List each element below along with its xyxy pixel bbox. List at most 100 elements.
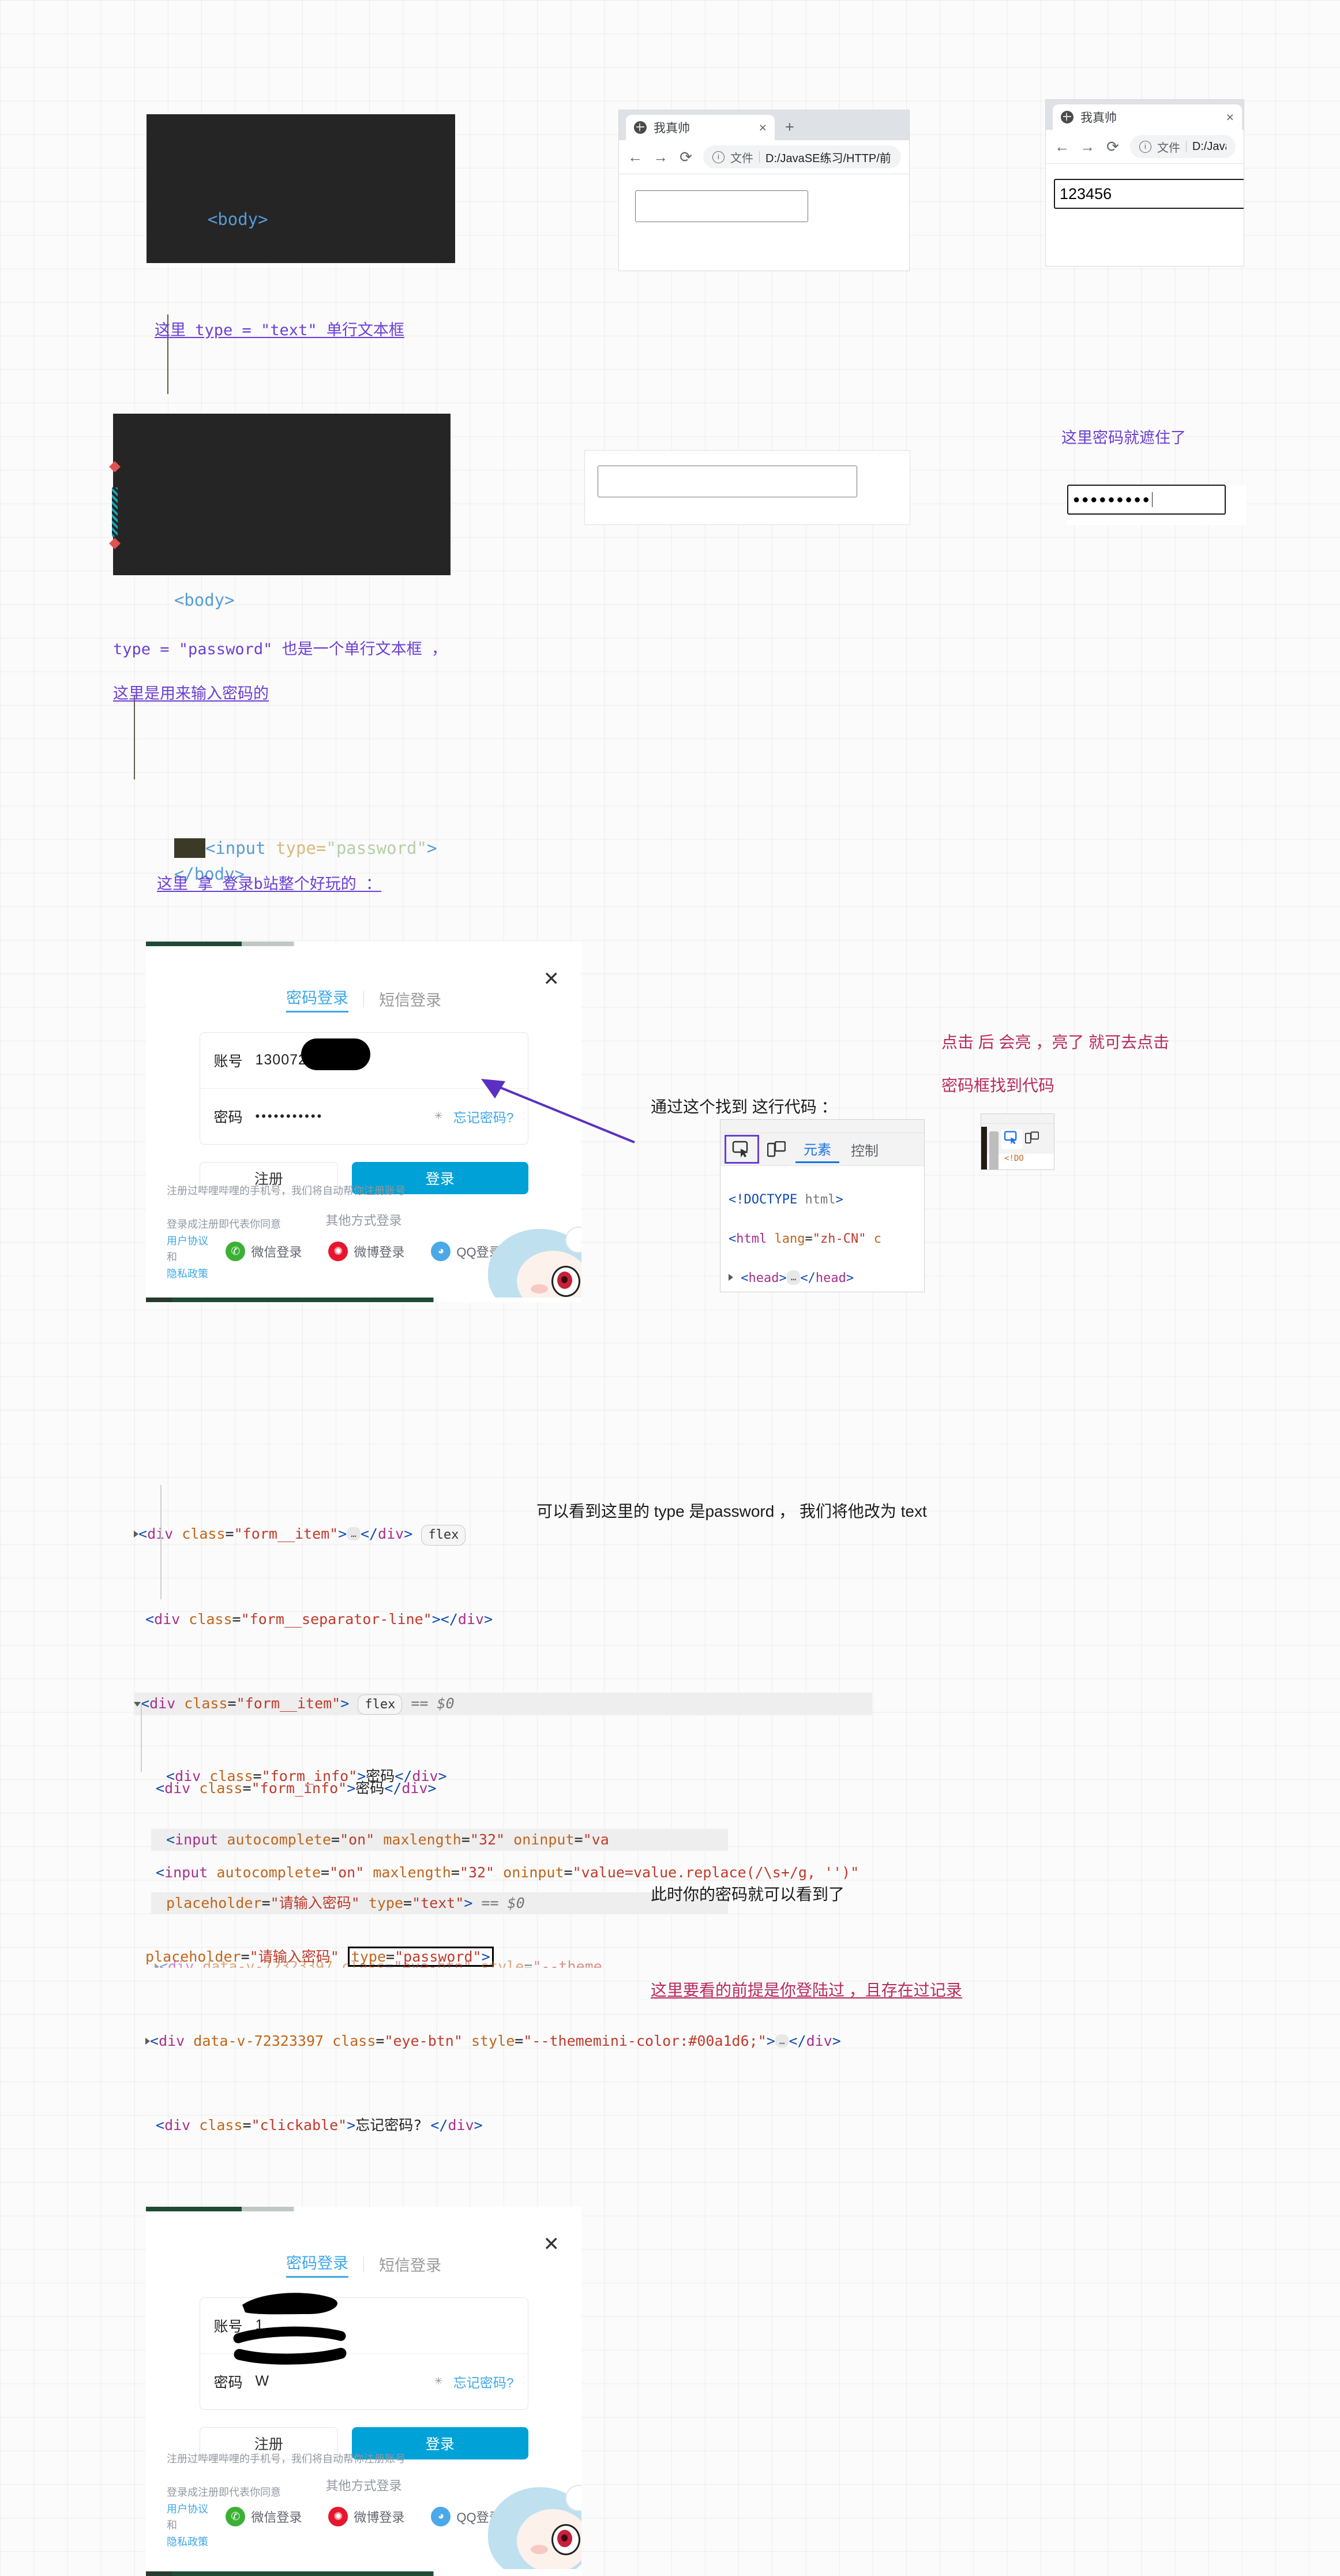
dom-line[interactable]: <!DOCTYPE html> <box>729 1190 924 1210</box>
info-icon[interactable]: i <box>712 151 725 163</box>
breakpoint-marker-bottom <box>109 538 121 549</box>
dom-row-separator[interactable]: <div class="form__separator-line"></div> <box>134 1608 872 1630</box>
address-bar[interactable]: i 文件 D:/Java <box>1130 135 1236 158</box>
info-icon[interactable]: i <box>1139 140 1151 153</box>
scrollbar-thumb[interactable] <box>989 1131 999 1169</box>
indent-guide <box>134 695 135 779</box>
url-scheme-label: 文件 <box>1157 141 1180 155</box>
tab-password-login[interactable]: 密码登录 <box>286 985 348 1013</box>
dialog-bottom-banner <box>146 1298 581 1302</box>
footer-line-2: 登录成注册即代表你同意 <box>167 2486 281 2498</box>
user-agreement-link[interactable]: 用户协议 <box>167 2503 208 2515</box>
annotation-find-code: 通过这个找到 这行代码 ： <box>651 1098 838 1116</box>
login-dialog-bottom: ✕ 密码登录 短信登录 账号 1 密码 W ✳ 忘记密码? 注册 登录 其他方式… <box>146 2207 581 2576</box>
inspect-element-icon[interactable] <box>1001 1128 1023 1149</box>
footer-line-1: 注册过哔哩哔哩的手机号，我们将自动帮你注册账号 <box>167 1185 406 1197</box>
browser-tab[interactable]: 我真帅 × <box>1053 104 1242 130</box>
tab-sms-login[interactable]: 短信登录 <box>379 988 441 1010</box>
code-line-body-open: <body> <box>207 209 268 229</box>
account-input[interactable]: 130072 <box>256 1052 307 1068</box>
device-toolbar-icon[interactable] <box>1024 1131 1039 1147</box>
browser-window-empty-text: 我真帅 × + ← → ⟳ i 文件 D:/JavaSE练习/HTTP/前 <box>618 110 910 271</box>
annotation-masked-password: 这里密码就遮住了 <box>1061 429 1186 447</box>
dom-line[interactable]: <head>… </head> <box>729 1269 924 1288</box>
footer-line-1: 注册过哔哩哔哩的手机号，我们将自动帮你注册账号 <box>167 2453 406 2465</box>
dom-row-clickable[interactable]: <div class="clickable">忘记密码? </div> <box>134 2114 872 2136</box>
dom-row-input-attrs[interactable]: placeholder="请输入密码" type="text"> == $0 <box>151 1892 728 1914</box>
password-input-field-empty[interactable] <box>598 466 857 497</box>
dom-row-form-info[interactable]: <div class="form_info">密码</div> <box>151 1765 728 1787</box>
dom-row-eye-btn[interactable]: <div data-v-72323397 class="eye-btn" sty… <box>134 2030 872 2052</box>
footer-line-2: 登录成注册即代表你同意 <box>167 1218 281 1230</box>
footer-and: 和 <box>167 2519 177 2532</box>
divider <box>1186 141 1187 152</box>
url-text: D:/JavaSE练习/HTTP/前 <box>765 152 891 165</box>
close-icon[interactable]: × <box>759 121 767 134</box>
dom-row-eye-btn[interactable]: <div data-v-72323397 class="eye-btn" sty… <box>151 1956 728 1968</box>
pointer-arrow-to-form <box>481 1079 635 1143</box>
forgot-password-link[interactable]: 忘记密码? <box>453 2372 514 2391</box>
inspect-element-icon[interactable] <box>725 1135 759 1164</box>
annotation-password-type: type = "password" 也是一个单行文本框 ， <box>113 640 447 658</box>
annotation-precondition: 这里要看的前提是你登陆过 ，且存在过记录 <box>651 1981 962 1999</box>
devtools-panel: 元素 控制 <!DOCTYPE html> <html lang="zh-CN"… <box>720 1119 925 1292</box>
forward-icon[interactable]: → <box>1079 138 1095 156</box>
password-input-masked[interactable]: ••••••••••• <box>256 1109 324 1124</box>
mascot-illustration <box>478 1224 581 1302</box>
globe-icon <box>1061 111 1073 123</box>
annotation-password-use: 这里是用来输入密码的 <box>113 685 269 703</box>
address-bar[interactable]: i 文件 D:/JavaSE练习/HTTP/前 <box>703 145 901 168</box>
device-toolbar-icon[interactable] <box>761 1137 792 1162</box>
browser-tab[interactable]: 我真帅 × <box>626 115 775 140</box>
reload-icon[interactable]: ⟳ <box>678 148 694 166</box>
privacy-policy-link[interactable]: 隐私政策 <box>167 1268 208 1280</box>
dialog-footer: 注册过哔哩哔哩的手机号，我们将自动帮你注册账号 登录成注册即代表你同意 用户协议… <box>167 1166 406 1283</box>
annotation-click-2: 密码框找到代码 <box>941 1077 1055 1094</box>
eye-btn-icon[interactable]: ✳ <box>434 2375 443 2387</box>
browser-viewport: 123456 <box>1046 179 1244 266</box>
browser-window-filled-text: 我真帅 × ← → ⟳ i 文件 D:/Java 123456 <box>1045 99 1244 267</box>
password-label: 密码 <box>213 1109 243 1126</box>
dom-row-input-open[interactable]: <input autocomplete="on" maxlength="32" … <box>151 1829 728 1851</box>
dom-line[interactable]: <html lang="zh-CN" c <box>729 1229 924 1249</box>
qq-icon: ◕ <box>431 2507 451 2526</box>
close-icon[interactable]: ✕ <box>543 2234 560 2254</box>
url-text: D:/Java <box>1192 140 1226 153</box>
back-icon[interactable]: ← <box>627 148 643 166</box>
tab-console[interactable]: 控制 <box>843 1137 887 1162</box>
text-input-field[interactable] <box>635 190 808 222</box>
eye-btn-icon[interactable]: ✳ <box>434 1110 443 1122</box>
login-tabs: 密码登录 短信登录 <box>146 985 581 1013</box>
flex-badge[interactable]: flex <box>421 1525 466 1546</box>
tab-elements[interactable]: 元素 <box>795 1136 839 1163</box>
browser-viewport <box>619 190 909 271</box>
dialog-top-banner <box>146 942 581 946</box>
browser-tabstrip: 我真帅 × <box>1046 100 1244 130</box>
text-input-field-filled[interactable]: 123456 <box>1054 179 1244 209</box>
mascot-illustration <box>478 2483 581 2569</box>
annotation-can-see-password: 此时你的密码就可以看到了 <box>651 1885 845 1903</box>
user-agreement-link[interactable]: 用户协议 <box>167 1235 208 1247</box>
redaction-scribble <box>233 2293 346 2365</box>
password-input-field-masked[interactable]: ●●●●●●●●● <box>1067 485 1226 515</box>
text-caret <box>1151 492 1153 507</box>
close-icon[interactable]: ✕ <box>543 969 560 989</box>
close-icon[interactable]: × <box>1226 110 1234 124</box>
dialog-bottom-banner <box>146 2571 581 2576</box>
privacy-policy-link[interactable]: 隐私政策 <box>167 2536 208 2548</box>
url-scheme-label: 文件 <box>730 152 753 165</box>
qq-icon: ◕ <box>431 1242 451 1261</box>
browser-window-filled-password: ●●●●●●●●● <box>1067 485 1246 525</box>
selected-marker: == $0 <box>481 1895 525 1911</box>
tab-password-login[interactable]: 密码登录 <box>286 2251 348 2278</box>
tab-sms-login[interactable]: 短信登录 <box>379 2253 441 2275</box>
forward-icon[interactable]: → <box>652 148 669 166</box>
divider <box>363 2256 364 2273</box>
reload-icon[interactable]: ⟳ <box>1105 138 1121 156</box>
back-icon[interactable]: ← <box>1054 138 1070 156</box>
dom-row-form-item-1[interactable]: <div class="form__item">…</div> flex <box>134 1523 872 1546</box>
dialog-footer: 注册过哔哩哔哩的手机号，我们将自动帮你注册账号 登录成注册即代表你同意 用户协议… <box>167 2434 406 2551</box>
breakpoint-marker-top <box>109 461 121 473</box>
divider <box>759 151 760 163</box>
new-tab-icon[interactable]: + <box>775 119 805 135</box>
